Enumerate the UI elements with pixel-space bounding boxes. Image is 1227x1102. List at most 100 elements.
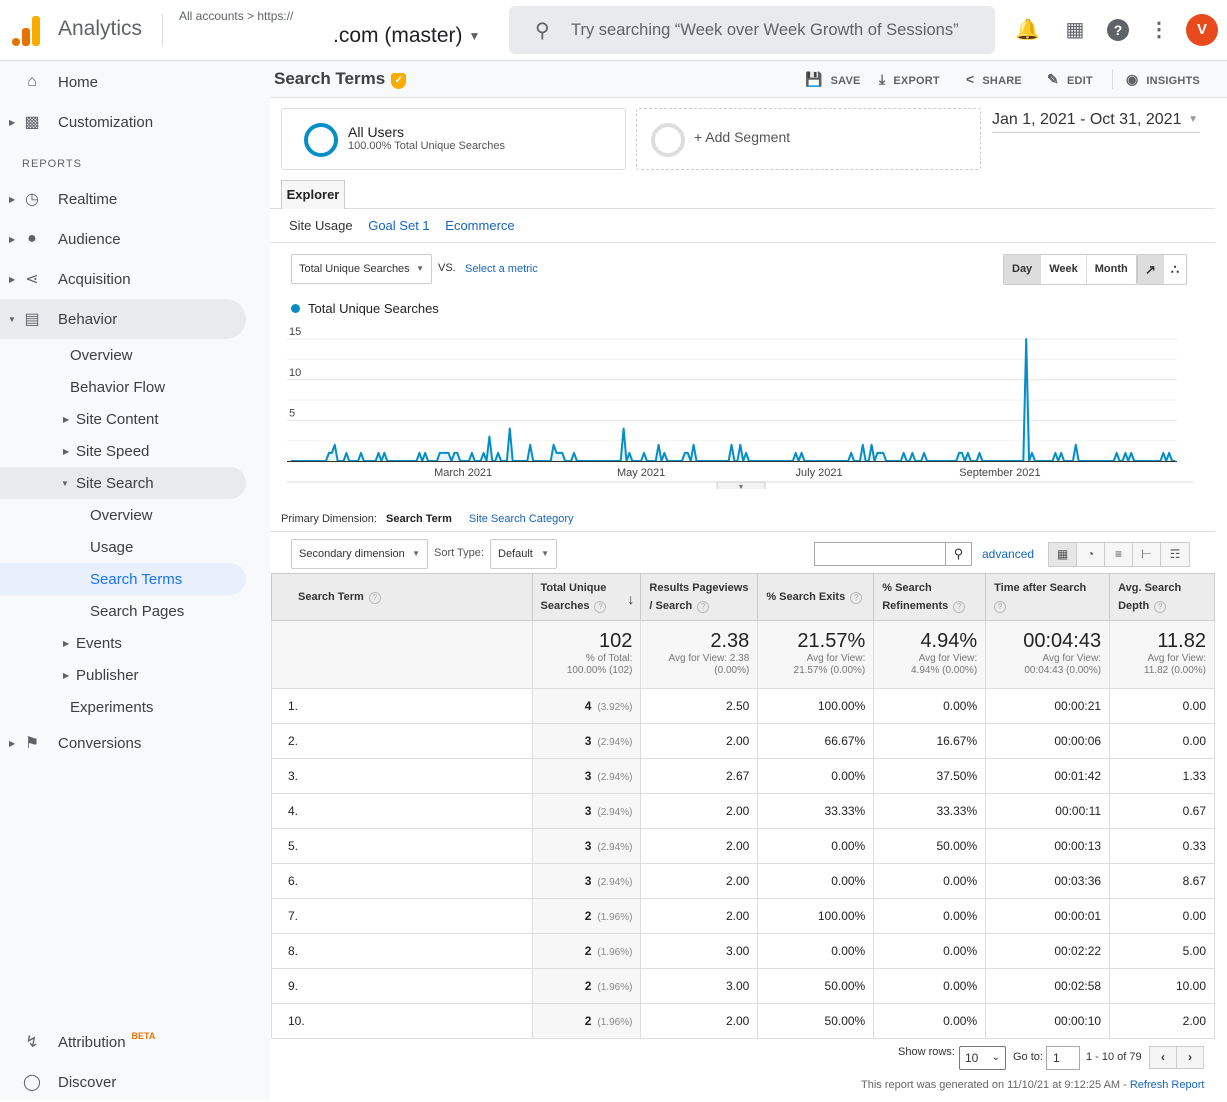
help-icon[interactable]: ? [1154,601,1167,613]
insights-button[interactable]: ◉ INSIGHTS [1126,71,1200,88]
column-search-term[interactable]: Search Term? [271,573,533,621]
column-search-exits[interactable]: % Search Exits? [757,573,875,621]
refinements-cell: 0.00% [873,933,987,969]
table-row[interactable]: 7. 2 (1.96%) 2.00 100.00% 0.00% 00:00:01 0.00 [271,898,1215,934]
help-icon[interactable]: ? [697,601,710,613]
column-total-unique-searches[interactable]: Total Unique Searches? ↓ [531,573,642,621]
totals-row: 102% of Total: 100.00% (102) 2.38 Avg for … [271,620,1215,689]
subtab-site-usage[interactable]: Site Usage [289,218,353,233]
line-chart-icon[interactable]: ↗ [1138,255,1164,284]
analytics-logo[interactable] [12,14,42,46]
sidebar-item-behavior[interactable]: ▼ ▤ Behavior [0,299,246,339]
show-rows-select[interactable]: 10 ⌄ [959,1046,1006,1070]
sidebar-item-discover[interactable]: ◯ Discover [0,1062,246,1102]
apps-icon[interactable]: ▦ [1063,18,1087,42]
table-row[interactable]: 5. 3 (2.94%) 2.00 0.00% 50.00% 00:00:13 0.33 [271,828,1215,864]
sidebar-item-usage[interactable]: Usage [0,527,246,567]
searches-cell: 3 (2.94%) [531,723,642,759]
help-icon[interactable]: ? [594,601,607,613]
y-tick-label: 10 [289,367,301,379]
select-metric-link[interactable]: Select a metric [465,263,538,275]
edit-button[interactable]: ✎ EDIT [1047,71,1093,88]
sidebar-item-conversions[interactable]: ▶ ⚑ Conversions [0,723,246,763]
advanced-filter-link[interactable]: advanced [982,547,1034,561]
caret-down-icon: ▼ [738,484,745,489]
sidebar-item-audience[interactable]: ▶ ● Audience [0,219,246,259]
app-name: Analytics [58,17,143,40]
avatar[interactable]: V [1186,14,1218,46]
subtab-ecommerce[interactable]: Ecommerce [445,218,514,233]
more-vert-icon[interactable]: ⋮ [1147,18,1171,42]
subtab-goal-set-1[interactable]: Goal Set 1 [368,218,429,233]
search-icon[interactable]: ⚲ [945,543,971,565]
share-button[interactable]: < SHARE [966,71,1022,87]
expand-icon: ▶ [63,670,70,680]
column-avg-search-depth[interactable]: Avg. Search Depth? [1109,573,1215,621]
help-icon[interactable]: ? [953,601,966,613]
help-icon[interactable]: ? [1107,19,1129,41]
sidebar-item-experiments[interactable]: Experiments [0,687,246,727]
next-page-button[interactable]: › [1177,1047,1203,1068]
sidebar-item-site-speed[interactable]: ▶ Site Speed [0,431,246,471]
help-icon[interactable]: ? [368,592,381,604]
month-button[interactable]: Month [1087,255,1136,284]
refinements-cell: 0.00% [873,863,987,899]
export-button[interactable]: ⤓ EXPORT [879,71,940,88]
time-cell: 00:00:13 [985,828,1111,864]
sidebar-item-attribution[interactable]: ↯ Attribution BETA [0,1022,246,1062]
performance-view-icon[interactable]: ≡ [1105,543,1133,566]
sidebar-item-home[interactable]: ⌂ Home [0,62,246,102]
day-button[interactable]: Day [1004,255,1042,284]
search-box[interactable]: ⚲ [509,6,995,54]
primary-dimension-site-search-category[interactable]: Site Search Category [469,513,574,525]
secondary-dimension-select[interactable]: Secondary dimension ▼ [291,539,428,569]
help-icon[interactable]: ? [850,592,863,604]
sort-type-select[interactable]: Default ▼ [490,539,557,569]
sidebar-item-customization[interactable]: ▶ ▩ Customization [0,102,246,142]
table-row[interactable]: 10. 2 (1.96%) 2.00 50.00% 0.00% 00:00:10 2.00 [271,1003,1215,1039]
table-row[interactable]: 4. 3 (2.94%) 2.00 33.33% 33.33% 00:00:11 0.67 [271,793,1215,829]
exits-cell: 33.33% [757,793,875,829]
grid-view-icon[interactable]: ▦ [1049,543,1077,566]
refinements-cell: 33.33% [873,793,987,829]
table-row[interactable]: 9. 2 (1.96%) 3.00 50.00% 0.00% 00:02:58 10.00 [271,968,1215,1004]
row-index: 9. [271,968,533,1004]
metric-select[interactable]: Total Unique Searches ▼ [291,254,432,284]
exits-cell: 0.00% [757,758,875,794]
refresh-report-link[interactable]: Refresh Report [1130,1079,1205,1091]
column-search-refinements[interactable]: % Search Refinements? [873,573,987,621]
clock-icon: ◷ [25,191,39,208]
expand-icon: ▶ [9,194,16,204]
segment-all-users[interactable]: All Users 100.00% Total Unique Searches [281,108,626,170]
depth-cell: 5.00 [1109,933,1215,969]
sidebar-item-acquisition[interactable]: ▶ ⋖ Acquisition [0,259,246,299]
save-button[interactable]: 💾 SAVE [805,71,861,88]
goto-page-input[interactable]: 1 [1046,1046,1080,1070]
bell-icon[interactable]: 🔔 [1015,18,1040,42]
search-input[interactable] [571,16,981,44]
account-selector[interactable]: .com (master) ▼ [333,24,480,48]
breadcrumb[interactable]: All accounts > https:// [179,9,293,23]
table-row[interactable]: 3. 3 (2.94%) 2.67 0.00% 37.50% 00:01:42 1.33 [271,758,1215,794]
table-row[interactable]: 2. 3 (2.94%) 2.00 66.67% 16.67% 00:00:06 0.00 [271,723,1215,759]
table-row[interactable]: 8. 2 (1.96%) 3.00 0.00% 0.00% 00:02:22 5.00 [271,933,1215,969]
comparison-view-icon[interactable]: ⊢ [1133,543,1161,566]
pivot-view-icon[interactable]: ☶ [1161,543,1189,566]
tab-explorer[interactable]: Explorer [281,180,345,209]
column-time-after-search[interactable]: Time after Search? [985,573,1111,621]
table-filter-input[interactable] [815,543,945,565]
motion-chart-icon[interactable]: ∴ [1164,255,1186,284]
x-tick-label: September 2021 [959,467,1040,479]
table-row[interactable]: 6. 3 (2.94%) 2.00 0.00% 0.00% 00:03:36 8.67 [271,863,1215,899]
week-button[interactable]: Week [1041,255,1087,284]
prev-page-button[interactable]: ‹ [1150,1047,1177,1068]
sidebar-item-realtime[interactable]: ▶ ◷ Realtime [0,179,246,219]
pie-view-icon[interactable]: ◔ [1077,543,1105,566]
date-range-picker[interactable]: Jan 1, 2021 - Oct 31, 2021 ▼ [992,111,1200,133]
primary-dimension-search-term[interactable]: Search Term [386,513,452,525]
help-icon[interactable]: ? [994,601,1007,613]
refinements-cell: 0.00% [873,688,987,724]
add-segment-button[interactable]: + Add Segment [636,108,981,170]
table-row[interactable]: 1. 4 (3.92%) 2.50 100.00% 0.00% 00:00:21 0.00 [271,688,1215,724]
column-results-pageviews[interactable]: Results Pageviews / Search? [640,573,759,621]
